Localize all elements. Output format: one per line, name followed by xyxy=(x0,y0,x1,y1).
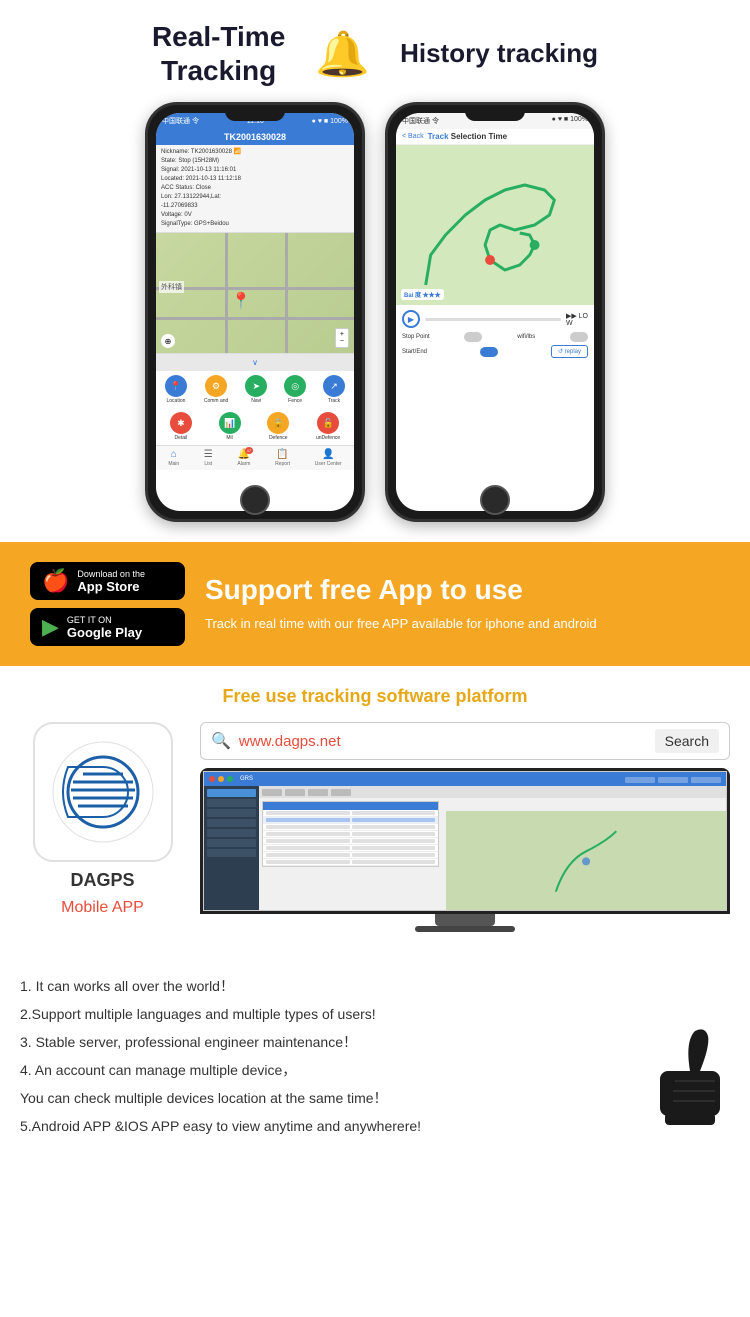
mobile-app-label: Mobile APP xyxy=(61,899,144,917)
app-store-button[interactable]: 🍎 Download on the App Store xyxy=(30,562,185,600)
search-bar: 🔍 www.dagps.net Search xyxy=(200,722,730,760)
history-tracking-title: History tracking xyxy=(400,38,598,69)
feature-item-3: 3. Stable server, professional engineer … xyxy=(20,1028,730,1056)
bell-icon: 🔔 xyxy=(315,28,370,80)
phone2-frame: 中国联通 令 11:16 ● ♥ ■ 100% < Back Track Sel… xyxy=(385,102,605,522)
features-list: 1. It can works all over the world！ 2.Su… xyxy=(20,972,730,1140)
dagps-logo xyxy=(33,722,173,862)
feature-item-5: 5.Android APP &IOS APP easy to view anyt… xyxy=(20,1112,730,1140)
support-text-block: Support free App to use Track in real ti… xyxy=(205,574,720,634)
phone1-device-id: TK2001630028 xyxy=(156,129,354,145)
app-store-large-text: App Store xyxy=(77,579,145,594)
support-desc: Track in real time with our free APP ava… xyxy=(205,614,720,634)
search-button[interactable]: Search xyxy=(655,729,719,753)
search-icon: 🔍 xyxy=(211,731,231,751)
phone1-nav-row2: ✱ Detail 📊 Mil 🔒 Defence 🔓 unDefence xyxy=(156,408,354,445)
feature-item-4: 4. An account can manage multiple device… xyxy=(20,1056,730,1084)
app-logo-block: DAGPS Mobile APP xyxy=(20,722,185,917)
features-section: 1. It can works all over the world！ 2.Su… xyxy=(0,952,750,1150)
feature-item-2: 2.Support multiple languages and multipl… xyxy=(20,1000,730,1028)
yellow-section: 🍎 Download on the App Store ▶ GET IT ON … xyxy=(0,542,750,666)
phone1-bottom-nav: ⌂ Main ☰ List 🔔 47 Alarm xyxy=(156,445,354,470)
platform-title: Free use tracking software platform xyxy=(20,686,730,707)
support-title: Support free App to use xyxy=(205,574,720,606)
phone1-toolbar: ∨ xyxy=(156,353,354,371)
phone1-nav-row1: 📍 Location ⚙ Comm and ➤ Navi ◎ Fence xyxy=(156,371,354,408)
platform-section: Free use tracking software platform xyxy=(0,666,750,952)
monitor-display: GRS xyxy=(203,771,727,911)
feature-item-1: 1. It can works all over the world！ xyxy=(20,972,730,1000)
google-play-icon: ▶ xyxy=(42,614,59,640)
google-play-button[interactable]: ▶ GET IT ON Google Play xyxy=(30,608,185,646)
google-small-text: GET IT ON xyxy=(67,615,142,625)
search-url: www.dagps.net xyxy=(239,733,647,750)
phone1-frame: 中国联通 令 11:16 ● ♥ ■ 100% TK2001630028 Nic… xyxy=(145,102,365,522)
phone1-map: 📍 外科镇 +− ⊕ xyxy=(156,233,354,353)
real-time-tracking-title: Real-Time Tracking xyxy=(152,20,285,87)
phone2-controls: ▶ ▶▶ LOW Stop Point wifi/lbs Start/End xyxy=(396,305,594,366)
phone2-map: Bai 度 ★★★ xyxy=(396,145,594,305)
apple-icon: 🍎 xyxy=(42,568,69,594)
thumbsup-icon xyxy=(640,1021,740,1150)
phone1-info: Nickname: TK2001630028 📶 State: Stop (15… xyxy=(156,145,354,233)
right-block: 🔍 www.dagps.net Search GRS xyxy=(200,722,730,932)
monitor-container: GRS xyxy=(200,768,730,932)
phone2-header: < Back Track Selection Time xyxy=(396,129,594,145)
feature-item-4b: You can check multiple devices location … xyxy=(20,1084,730,1112)
monitor-screen: GRS xyxy=(200,768,730,914)
google-large-text: Google Play xyxy=(67,625,142,640)
app-name-label: DAGPS xyxy=(70,870,134,891)
app-store-small-text: Download on the xyxy=(77,569,145,579)
store-buttons: 🍎 Download on the App Store ▶ GET IT ON … xyxy=(30,562,185,646)
